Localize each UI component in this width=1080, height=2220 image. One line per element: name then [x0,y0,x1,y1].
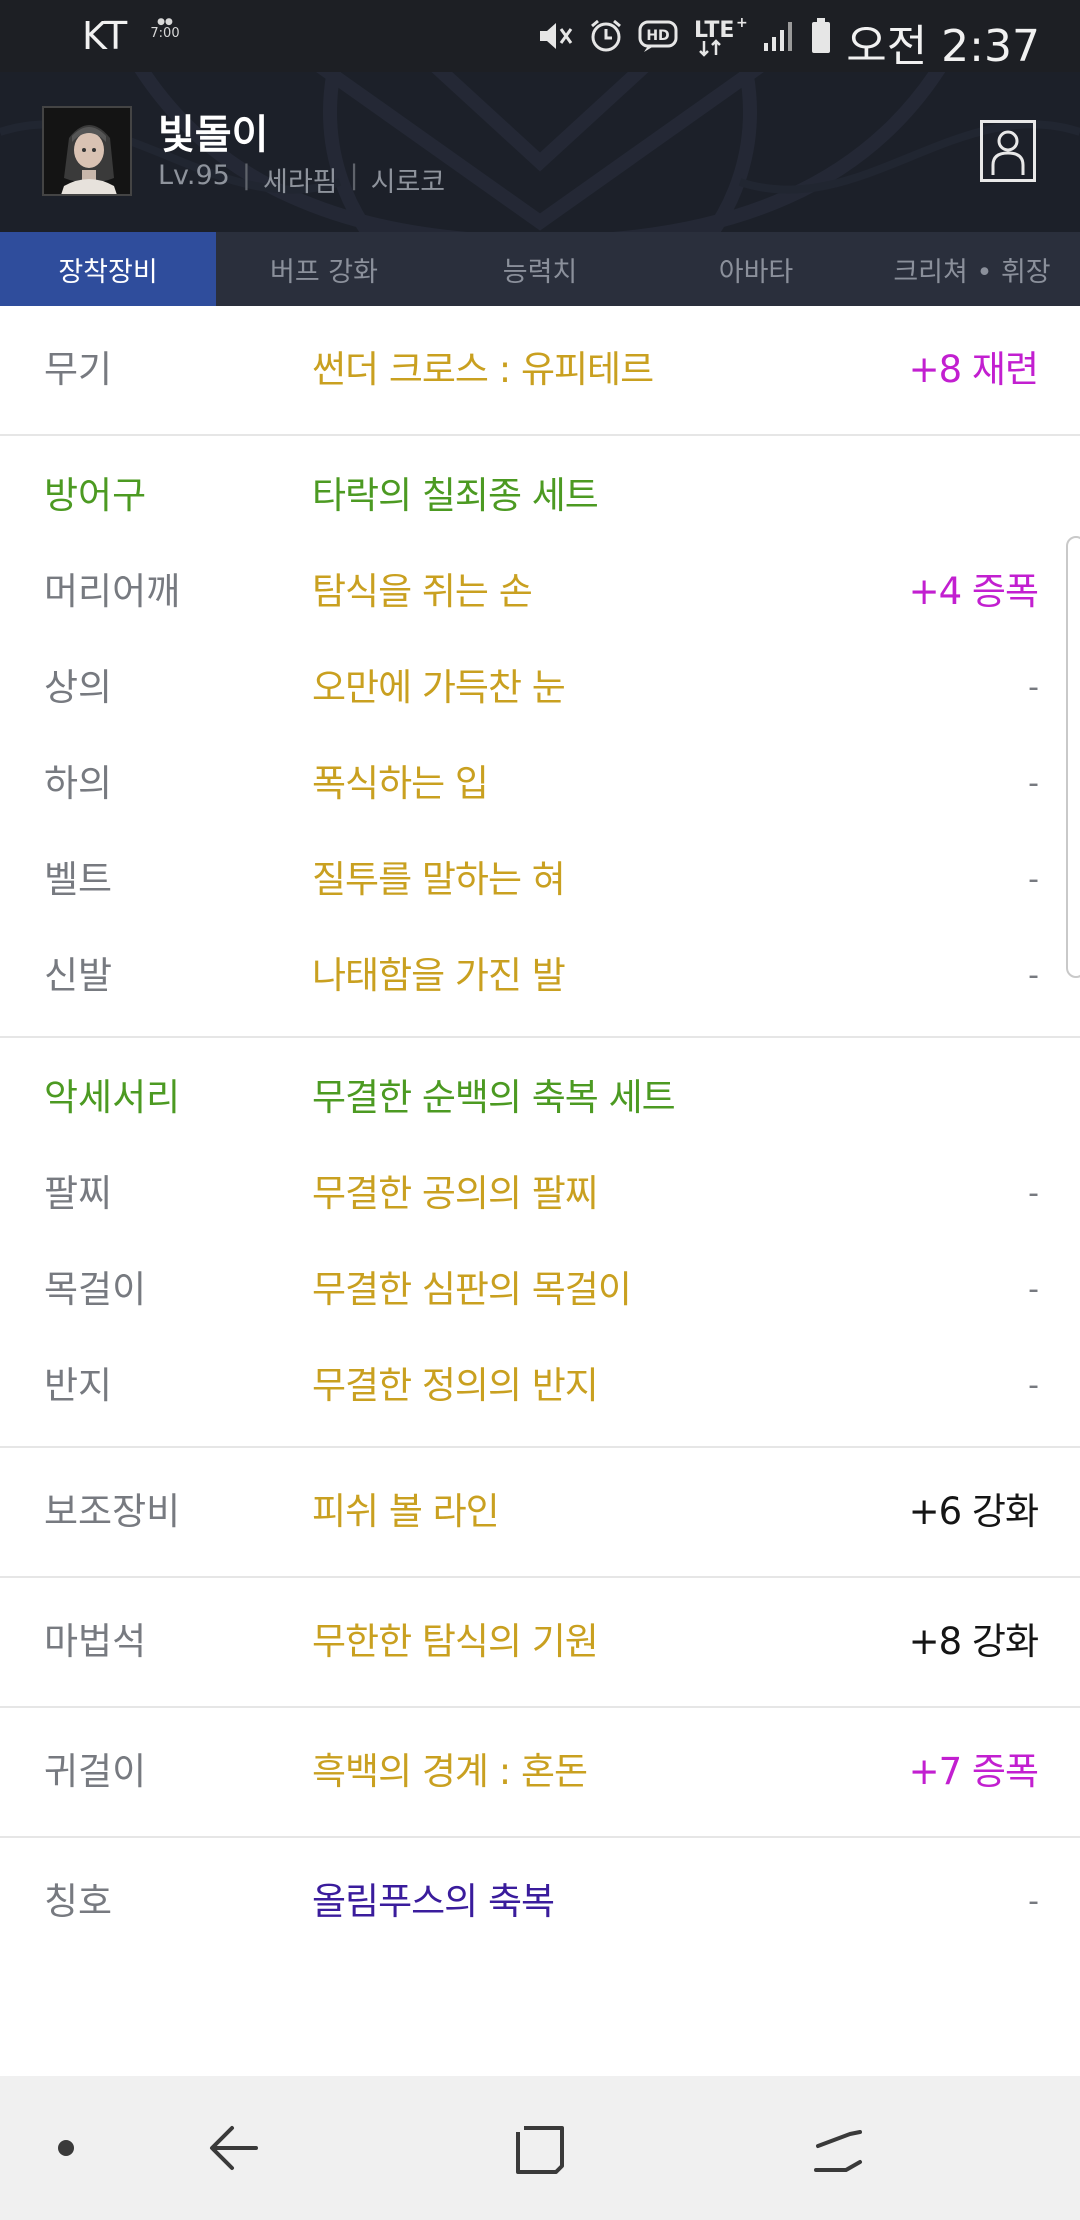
tiny-clock-label: 7:00 [150,26,180,41]
profile-button[interactable] [980,120,1036,182]
equip-row-sub-equipment[interactable]: 보조장비 피쉬 볼 라인 +6 강화 [0,1448,1080,1576]
slot-label: 목걸이 [44,1268,147,1311]
equip-row-necklace[interactable]: 목걸이 무결한 심판의 목걸이 - [0,1242,1080,1338]
armor-set-row: 방어구 타락의 칠죄종 세트 [0,448,1080,544]
person-icon [991,130,1025,175]
character-avatar[interactable] [42,106,132,196]
slot-label: 마법석 [44,1620,147,1663]
meta-separator: | [241,160,251,191]
slot-label: 머리어깨 [44,570,181,613]
slot-group-label: 방어구 [44,474,147,517]
equip-row-shoulder[interactable]: 머리어깨 탐식을 쥐는 손 +4 증폭 [0,544,1080,640]
clock-widget-icon: ●● 7:00 [144,16,186,56]
item-name: 탐식을 쥐는 손 [312,570,533,613]
svg-text:LTE: LTE [694,18,734,43]
slot-label: 칭호 [44,1880,113,1923]
svg-text:HD: HD [646,28,669,44]
back-icon[interactable] [206,2120,262,2180]
status-icons: HD LTE + [536,12,832,60]
slot-label: 무기 [44,348,113,391]
tab-avatar[interactable]: 아바타 [648,232,864,306]
enhance-value: +6 강화 [908,1490,1039,1533]
enhance-value: - [1028,1272,1039,1307]
equip-row-belt[interactable]: 벨트 질투를 말하는 혀 - [0,832,1080,928]
home-icon[interactable] [512,2122,568,2182]
equipment-list: 무기 썬더 크로스 : 유피테르 +8 재련 방어구 타락의 칠죄종 세트 머리… [0,306,1080,1966]
lte-plus-icon: LTE + [692,15,748,57]
edge-panel-handle[interactable] [1066,536,1080,978]
slot-label: 상의 [44,666,113,709]
enhance-value: - [1028,1176,1039,1211]
accessory-set-row: 악세서리 무결한 순백의 축복 세트 [0,1050,1080,1146]
item-name: 무결한 심판의 목걸이 [312,1268,632,1311]
navigation-bar [0,2076,1080,2220]
item-name: 흑백의 경계 : 혼돈 [312,1750,588,1793]
slot-label: 팔찌 [44,1172,113,1215]
equip-row-magic-stone[interactable]: 마법석 무한한 탐식의 기원 +8 강화 [0,1578,1080,1706]
enhance-value: +7 증폭 [908,1750,1039,1793]
item-name: 폭식하는 입 [312,762,489,805]
enhance-value: - [1028,1368,1039,1403]
signal-icon [762,19,796,53]
tab-bar: 장착장비 버프 강화 능력치 아바타 크리쳐 • 휘장 [0,232,1080,306]
equip-row-ring[interactable]: 반지 무결한 정의의 반지 - [0,1338,1080,1434]
enhance-value: - [1028,958,1039,993]
nav-dot-icon[interactable] [58,2140,74,2156]
character-meta: Lv.95 | 세라핌 | 시로코 [158,160,445,199]
slot-label: 벨트 [44,858,113,901]
item-name: 나태함을 가진 발 [312,954,566,997]
item-name: 피쉬 볼 라인 [312,1490,500,1533]
status-bar: KT ●● 7:00 HD LTE + 오전 2:37 [0,0,1080,72]
enhance-value: - [1028,862,1039,897]
slot-group-label: 악세서리 [44,1076,181,1119]
slot-label: 신발 [44,954,113,997]
slot-label: 귀걸이 [44,1750,147,1793]
equip-row-bottom[interactable]: 하의 폭식하는 입 - [0,736,1080,832]
tab-creature-emblem[interactable]: 크리쳐 • 휘장 [864,232,1080,306]
item-name: 무결한 공의의 팔찌 [312,1172,599,1215]
alarm-icon [588,18,624,54]
enhance-value: +8 재련 [908,348,1039,391]
tab-equipment[interactable]: 장착장비 [0,232,216,306]
set-name: 무결한 순백의 축복 세트 [312,1076,676,1119]
enhance-value: +8 강화 [908,1620,1039,1663]
clock-time: 오전 2:37 [846,21,1040,72]
tab-buff-enhance[interactable]: 버프 강화 [216,232,432,306]
carrier-label: KT [82,14,128,58]
mute-icon [536,19,574,53]
equip-row-weapon[interactable]: 무기 썬더 크로스 : 유피테르 +8 재련 [0,306,1080,434]
item-name: 올림푸스의 축복 [312,1880,555,1923]
svg-text:+: + [736,15,748,31]
character-header: 빛돌이 Lv.95 | 세라핌 | 시로코 [0,72,1080,232]
character-level: Lv.95 [158,160,230,191]
item-name: 무한한 탐식의 기원 [312,1620,599,1663]
battery-icon [810,17,832,55]
character-name: 빛돌이 [158,112,269,158]
item-name: 썬더 크로스 : 유피테르 [312,348,654,391]
character-class: 세라핌 [262,167,338,198]
equip-row-shoes[interactable]: 신발 나태함을 가진 발 - [0,928,1080,1024]
meta-separator: | [349,160,359,191]
recent-apps-icon[interactable] [810,2122,866,2182]
set-name: 타락의 칠죄종 세트 [312,474,599,517]
equip-row-title[interactable]: 칭호 올림푸스의 축복 - [0,1838,1080,1966]
enhance-value: +4 증폭 [908,570,1039,613]
enhance-value: - [1028,1884,1039,1919]
enhance-value: - [1028,766,1039,801]
enhance-value: - [1028,670,1039,705]
equip-row-bracelet[interactable]: 팔찌 무결한 공의의 팔찌 - [0,1146,1080,1242]
slot-label: 보조장비 [44,1490,181,1533]
slot-label: 반지 [44,1364,113,1407]
slot-label: 하의 [44,762,113,805]
item-name: 오만에 가득찬 눈 [312,666,566,709]
equip-row-earring[interactable]: 귀걸이 흑백의 경계 : 혼돈 +7 증폭 [0,1708,1080,1836]
hd-icon: HD [638,19,678,53]
character-server: 시로코 [370,167,446,198]
tab-stats[interactable]: 능력치 [432,232,648,306]
equip-row-top[interactable]: 상의 오만에 가득찬 눈 - [0,640,1080,736]
item-name: 무결한 정의의 반지 [312,1364,599,1407]
item-name: 질투를 말하는 혀 [312,858,566,901]
